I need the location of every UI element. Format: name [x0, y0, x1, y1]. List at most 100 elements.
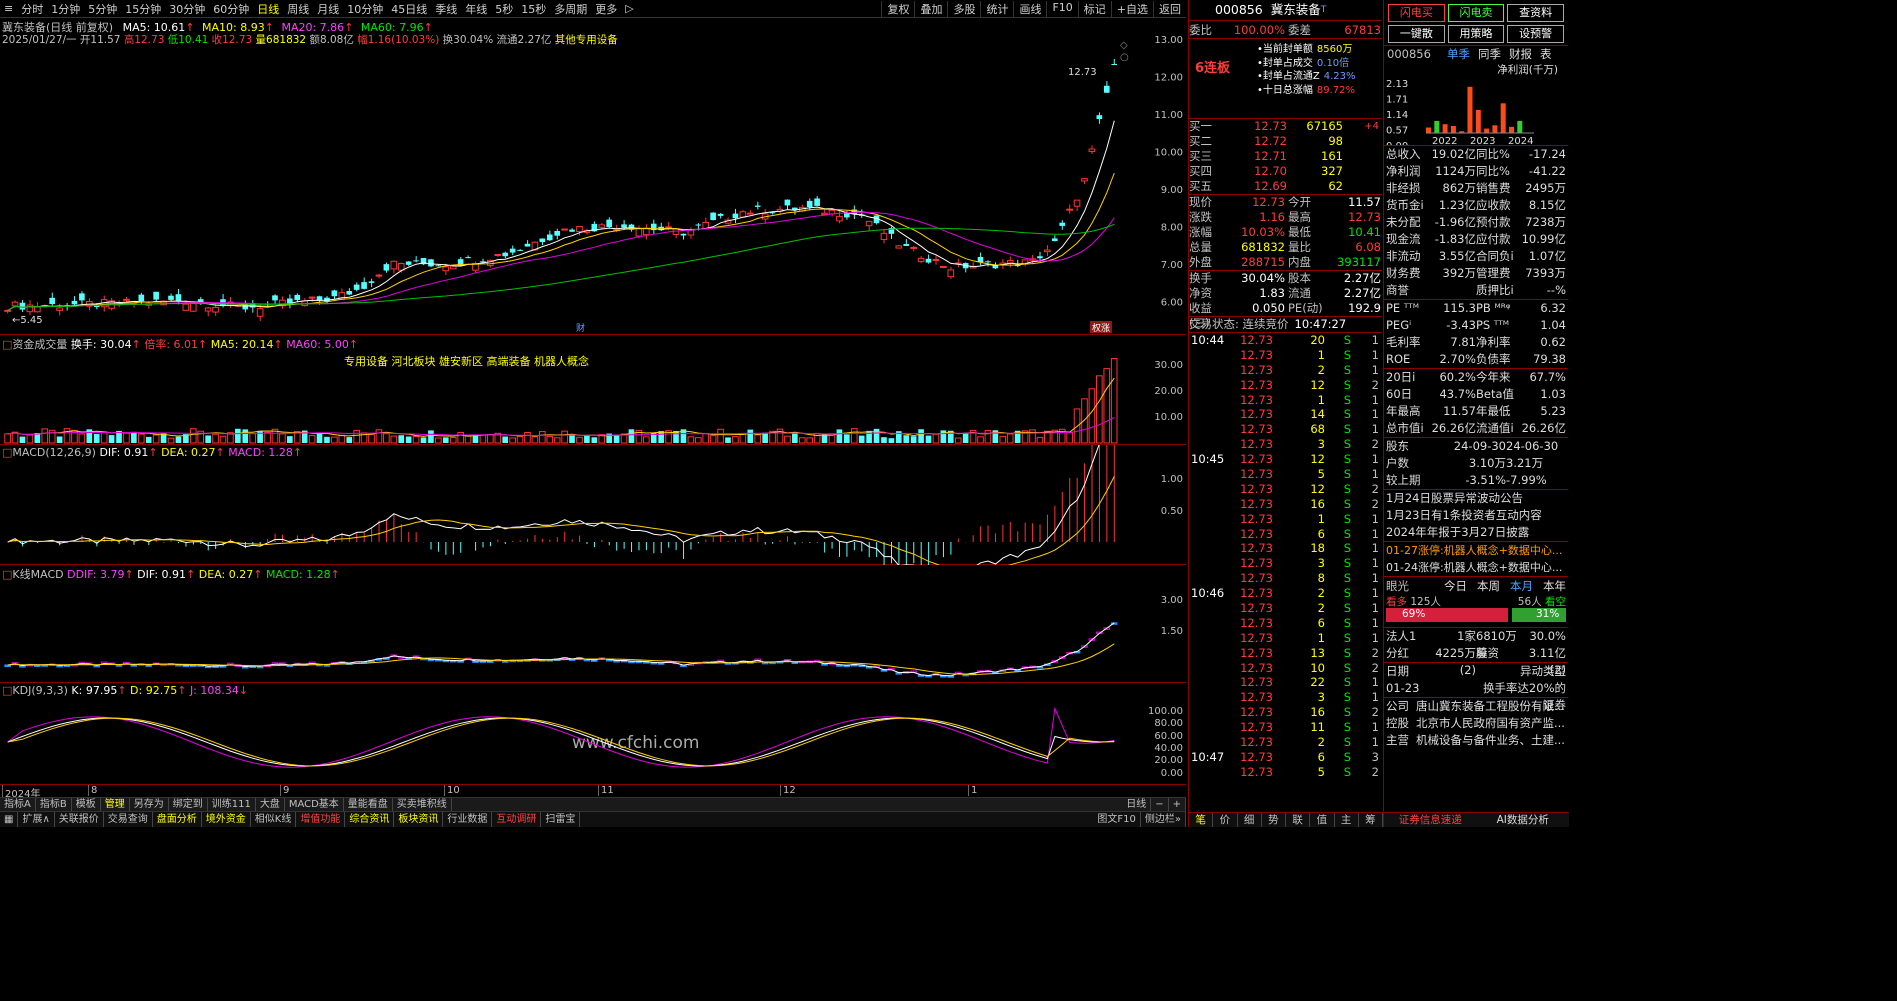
fin-tab-2[interactable]: 财报	[1509, 46, 1532, 61]
period-13[interactable]: 5秒	[491, 1, 517, 17]
period-select[interactable]: 日线	[1122, 798, 1152, 811]
period-15[interactable]: 多周期	[550, 1, 591, 17]
fin-tab-1[interactable]: 同季	[1478, 46, 1501, 61]
period-8[interactable]: 月线	[313, 1, 343, 17]
bid-row[interactable]: 买二 12.72 98	[1189, 134, 1382, 149]
indicator-tab-10[interactable]: 买卖堆积线	[393, 798, 452, 811]
limitup-item[interactable]: 01-24涨停:机器人概念+数据中心...	[1384, 559, 1568, 576]
bid-row[interactable]: 买五 12.69 62	[1189, 179, 1382, 194]
kdj-panel[interactable]: □KDJ(9,3,3) K: 97.95↑ D: 92.75↑ J: 108.3…	[0, 683, 1186, 784]
quick-btn-3[interactable]: 一键散	[1388, 25, 1445, 43]
period-11[interactable]: 季线	[431, 1, 461, 17]
period-1[interactable]: 1分钟	[47, 1, 84, 17]
zoom-in-button[interactable]: +	[1169, 798, 1186, 811]
period-4[interactable]: 30分钟	[165, 1, 209, 17]
fin-badge[interactable]: 财	[576, 322, 585, 334]
quote-tab-1[interactable]: 价	[1213, 813, 1238, 827]
function-tab-8[interactable]: 板块资讯	[394, 812, 444, 827]
quick-btn-4[interactable]: 用策略	[1447, 25, 1505, 43]
function-tab-6[interactable]: 增值功能	[296, 812, 346, 827]
fin-bottom-tab-1[interactable]: AI数据分析	[1477, 813, 1570, 827]
zoom-out-button[interactable]: −	[1151, 798, 1169, 811]
eye-tab-1[interactable]: 本周	[1477, 578, 1500, 594]
period-5[interactable]: 60分钟	[209, 1, 253, 17]
menu-icon[interactable]: ≡	[0, 2, 17, 15]
tool-0[interactable]: 复权	[881, 0, 914, 17]
volume-panel[interactable]: □资金成交量 换手: 30.04↑ 倍率: 6.01↑ MA5: 20.14↑ …	[0, 335, 1186, 445]
bid-row[interactable]: 买三 12.71 161	[1189, 149, 1382, 164]
period-14[interactable]: 15秒	[517, 1, 550, 17]
fin-tab-3[interactable]: 表	[1540, 46, 1552, 61]
bid-row[interactable]: 买四 12.70 327	[1189, 164, 1382, 179]
function-tab-11[interactable]: 扫雷宝	[541, 812, 581, 827]
period-16[interactable]: 更多	[591, 1, 621, 17]
quick-btn-5[interactable]: 设预警	[1507, 25, 1564, 43]
limitup-item[interactable]: 01-27涨停:机器人概念+数据中心...	[1384, 542, 1568, 559]
quote-tab-2[interactable]: 细	[1238, 813, 1262, 827]
function-tab-0[interactable]: 扩展∧	[18, 812, 55, 827]
circle-icon[interactable]: ○	[1120, 52, 1129, 63]
indicator-tab-6[interactable]: 训练111	[208, 798, 256, 811]
tool-8[interactable]: 返回	[1153, 0, 1186, 17]
tool-3[interactable]: 统计	[980, 0, 1013, 17]
company-row[interactable]: 主营 机械设备与备件业务、土建...	[1384, 732, 1568, 749]
grid-icon[interactable]: ▦	[0, 812, 19, 827]
period-12[interactable]: 年线	[461, 1, 491, 17]
quick-btn-1[interactable]: 闪电卖	[1447, 4, 1505, 22]
sentiment-bar[interactable]: 69% 31%	[1386, 608, 1566, 622]
indicator-tab-0[interactable]: 指标A	[0, 798, 36, 811]
quote-tab-3[interactable]: 势	[1262, 813, 1286, 827]
eye-tab-0[interactable]: 今日	[1444, 578, 1467, 594]
quote-tab-6[interactable]: 主	[1335, 813, 1359, 827]
quick-btn-0[interactable]: 闪电买	[1388, 4, 1445, 22]
indicator-tab-7[interactable]: 大盘	[256, 798, 285, 811]
eye-tab-3[interactable]: 本年	[1543, 578, 1566, 594]
function-tab-10[interactable]: 互动调研	[492, 812, 542, 827]
quick-btn-2[interactable]: 查资料	[1507, 4, 1564, 22]
period-9[interactable]: 10分钟	[343, 1, 387, 17]
period-10[interactable]: 45日线	[387, 1, 431, 17]
function-tab-5[interactable]: 相似K线	[251, 812, 297, 827]
tool-6[interactable]: 标记	[1077, 0, 1111, 17]
indicator-tab-8[interactable]: MACD基本	[285, 798, 344, 811]
period-0[interactable]: 分时	[17, 1, 47, 17]
company-row[interactable]: 公司 唐山冀东装备工程股份有限...	[1384, 698, 1568, 715]
more-arrow-icon[interactable]: ▷	[621, 2, 637, 15]
side-tab-1[interactable]: 侧边栏»	[1141, 812, 1186, 827]
period-3[interactable]: 15分钟	[121, 1, 165, 17]
indicator-tab-9[interactable]: 量能看盘	[344, 798, 393, 811]
news-item[interactable]: 2024年年报于3月27日披露	[1384, 524, 1568, 541]
quote-tab-0[interactable]: 笔	[1189, 813, 1214, 827]
bid-row[interactable]: 买一 12.73 67165 +4	[1189, 119, 1382, 134]
period-2[interactable]: 5分钟	[84, 1, 121, 17]
side-tab-0[interactable]: 图文F10	[1093, 812, 1141, 827]
news-item[interactable]: 1月24日股票异常波动公告	[1384, 490, 1568, 507]
indicator-tab-2[interactable]: 模板	[72, 798, 101, 811]
macd-panel[interactable]: □MACD(12,26,9) DIF: 0.91↑ DEA: 0.27↑ MAC…	[0, 445, 1186, 565]
right-badge[interactable]: 权涨	[1092, 322, 1110, 334]
indicator-tab-5[interactable]: 绑定到	[169, 798, 208, 811]
function-tab-1[interactable]: 关联报价	[55, 812, 104, 827]
eye-tab-2[interactable]: 本月	[1510, 578, 1533, 594]
function-tab-4[interactable]: 境外资金	[202, 812, 251, 827]
diamond-icon[interactable]: ◇	[1120, 40, 1128, 51]
tool-2[interactable]: 多股	[947, 0, 980, 17]
kline-panel[interactable]: 冀东装备(日线 前复权) MA5: 10.61↑ MA10: 8.93↑ MA2…	[0, 18, 1186, 335]
news-item[interactable]: 1月23日有1条投资者互动内容	[1384, 507, 1568, 524]
quote-tab-7[interactable]: 筹	[1359, 813, 1383, 827]
function-tab-9[interactable]: 行业数据	[443, 812, 493, 827]
indicator-tab-4[interactable]: 另存为	[130, 798, 169, 811]
kmacd-panel[interactable]: □K线MACD DDIF: 3.79↑ DIF: 0.91↑ DEA: 0.27…	[0, 565, 1186, 683]
tick-list[interactable]: 10:44 12.73 20 S 1 12.73 1 S 1 12.73 2 S 1 12.73 12 S 2 1…	[1189, 332, 1382, 792]
period-7[interactable]: 周线	[283, 1, 313, 17]
function-tab-2[interactable]: 交易查询	[104, 812, 153, 827]
function-tab-3[interactable]: 盘面分析	[153, 812, 202, 827]
quote-tab-4[interactable]: 联	[1286, 813, 1311, 827]
tool-4[interactable]: 画线	[1013, 0, 1046, 17]
tool-1[interactable]: 叠加	[914, 0, 947, 17]
indicator-tab-3[interactable]: 管理	[101, 798, 130, 811]
indicator-tab-1[interactable]: 指标B	[36, 798, 72, 811]
company-row[interactable]: 控股 北京市人民政府国有资产监...	[1384, 715, 1568, 732]
quote-tab-5[interactable]: 值	[1310, 813, 1335, 827]
function-tab-7[interactable]: 综合资讯	[345, 812, 395, 827]
